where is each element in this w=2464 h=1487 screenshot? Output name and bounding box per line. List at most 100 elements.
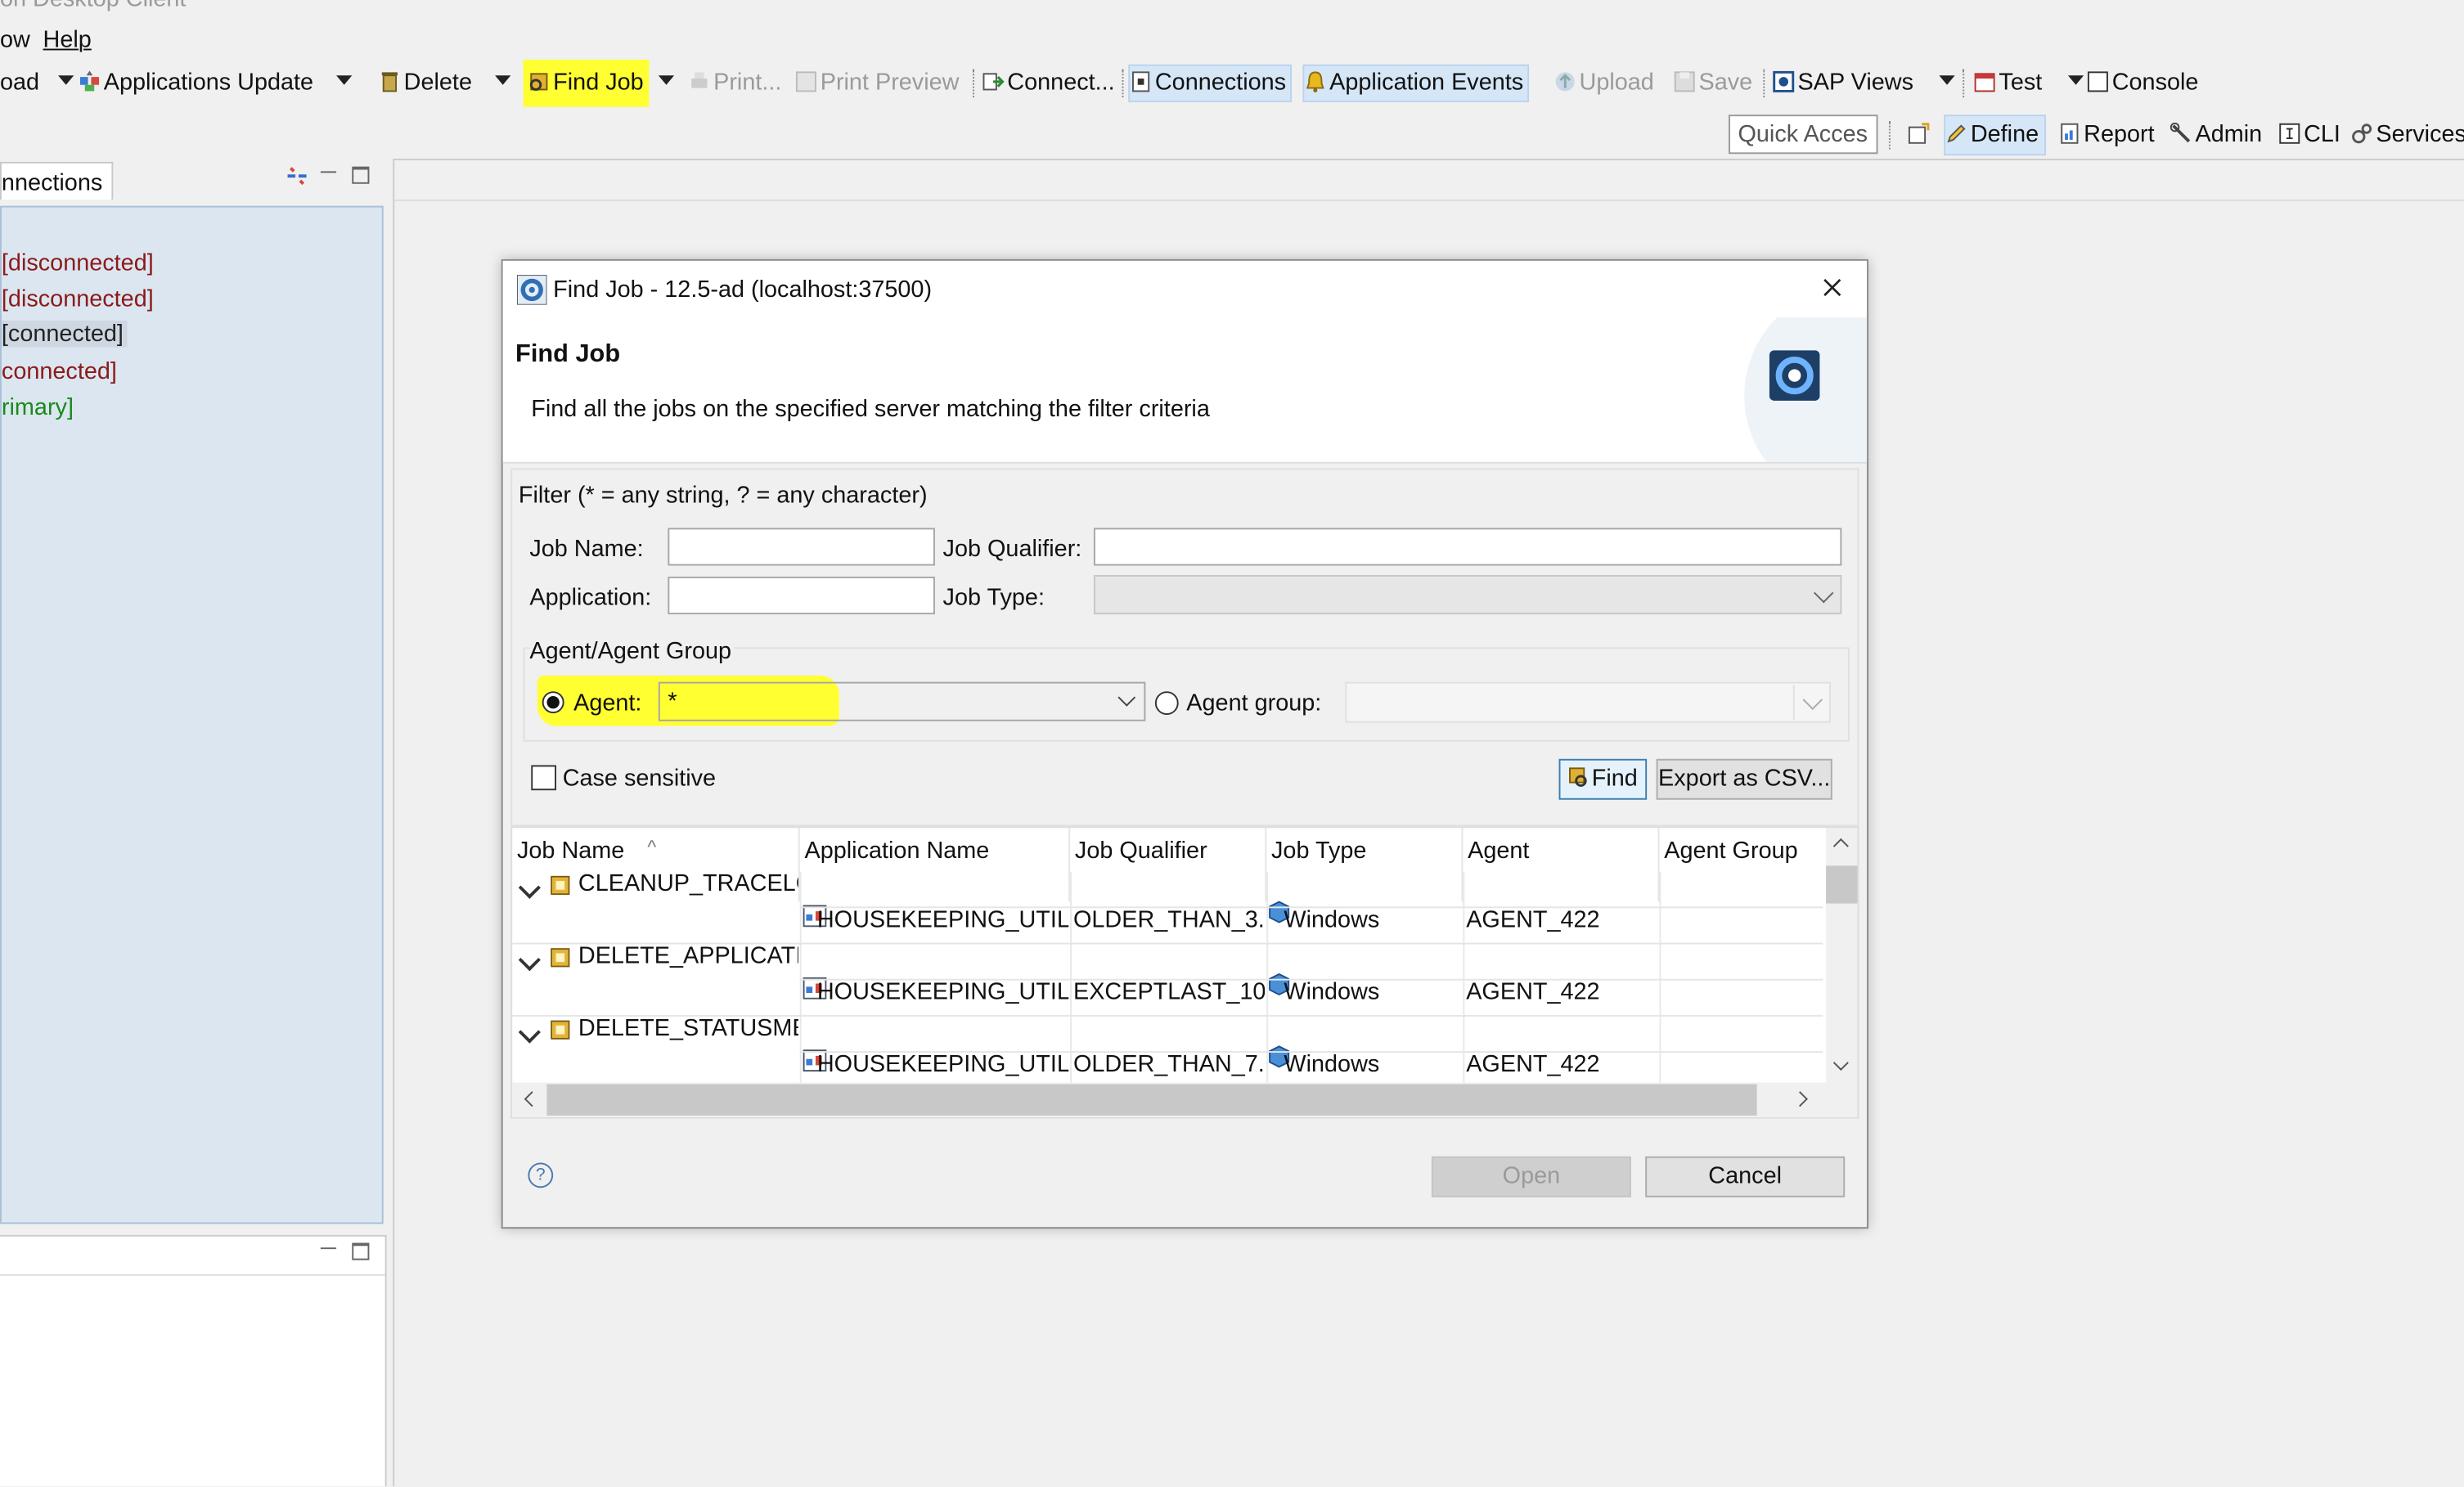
- find-job-icon: [529, 73, 548, 91]
- agent-group-section-label: Agent/Agent Group: [529, 637, 735, 665]
- minimize-icon[interactable]: [320, 1247, 337, 1250]
- list-item-selected[interactable]: [connected]: [1, 320, 127, 348]
- collapse-icon[interactable]: [518, 1021, 541, 1044]
- agent-radio[interactable]: [542, 691, 564, 714]
- quick-access-input[interactable]: [1729, 115, 1878, 155]
- connections-list: [disconnected] [disconnected] [connected…: [0, 205, 384, 1224]
- console-button[interactable]: Console: [2087, 66, 2198, 101]
- connect-button[interactable]: Connect...: [982, 66, 1115, 101]
- open-button[interactable]: Open: [1431, 1156, 1631, 1197]
- vertical-scrollbar[interactable]: [1826, 828, 1858, 1083]
- scroll-thumb[interactable]: [546, 1084, 1757, 1116]
- upload-button[interactable]: Upload: [1554, 66, 1654, 101]
- help-icon[interactable]: ?: [528, 1162, 554, 1188]
- connections-button[interactable]: Connections: [1128, 64, 1293, 102]
- applications-update-button[interactable]: Applications Update: [79, 66, 352, 101]
- report-icon: [2061, 123, 2079, 144]
- dialog-title: Find Job - 12.5-ad (localhost:37500): [553, 276, 933, 303]
- collapse-icon[interactable]: [518, 949, 541, 972]
- chevron-down-icon[interactable]: [58, 75, 74, 85]
- agent-label: Agent:: [573, 690, 642, 717]
- dialog-titlebar: Find Job - 12.5-ad (localhost:37500): [502, 260, 1868, 318]
- menubar: ow Help: [0, 25, 92, 56]
- find-button[interactable]: Find: [1558, 758, 1648, 800]
- chevron-down-icon: [1814, 582, 1834, 604]
- list-item[interactable]: [disconnected]: [2, 286, 154, 313]
- minimize-icon[interactable]: [320, 171, 337, 173]
- find-job-button[interactable]: Find Job: [523, 59, 649, 107]
- job-qualifier-input[interactable]: [1093, 528, 1842, 566]
- scroll-up-icon[interactable]: [1832, 838, 1849, 854]
- window-title: on Desktop Client: [0, 0, 186, 12]
- case-sensitive-checkbox[interactable]: [531, 765, 557, 791]
- chevron-down-icon[interactable]: [658, 75, 675, 85]
- agent-combo[interactable]: *: [658, 681, 1146, 721]
- link-with-editor-icon[interactable]: [285, 164, 310, 189]
- scroll-thumb[interactable]: [1826, 865, 1858, 904]
- cancel-button[interactable]: Cancel: [1645, 1156, 1846, 1197]
- list-item[interactable]: rimary]: [2, 394, 74, 421]
- filter-label: Filter (* = any string, ? = any characte…: [518, 482, 928, 510]
- horizontal-scrollbar[interactable]: [512, 1082, 1858, 1117]
- application-input[interactable]: [668, 576, 935, 615]
- job-name-input[interactable]: [668, 528, 935, 566]
- test-button[interactable]: Test: [1974, 66, 2084, 101]
- agent-group-radio[interactable]: [1154, 691, 1179, 716]
- perspective-services[interactable]: Services: [2351, 118, 2464, 152]
- perspective-admin[interactable]: Admin: [2169, 118, 2262, 152]
- job-name-cell: DELETE_APPLICATIO: [578, 942, 798, 970]
- application-events-button[interactable]: Application Events: [1302, 64, 1530, 102]
- find-job-dropdown[interactable]: [658, 66, 675, 101]
- perspective-report[interactable]: Report: [2058, 118, 2155, 152]
- maximize-icon[interactable]: [352, 1242, 370, 1260]
- job-type-label: Job Type:: [942, 584, 1045, 612]
- save-icon: [1674, 71, 1695, 92]
- menu-window[interactable]: ow: [0, 27, 30, 54]
- dialog-description: Find all the jobs on the specified serve…: [531, 396, 1210, 423]
- chevron-down-icon[interactable]: [1939, 75, 1955, 85]
- print-button[interactable]: Print...: [688, 66, 781, 101]
- bottom-left-panel: [0, 1234, 387, 1487]
- job-icon: [551, 948, 570, 968]
- sap-views-button[interactable]: SAP Views: [1773, 66, 1955, 101]
- job-type-select[interactable]: [1093, 575, 1842, 615]
- job-qualifier-label: Job Qualifier:: [942, 536, 1082, 563]
- find-icon: [1568, 767, 1587, 787]
- print-preview-button[interactable]: Print Preview: [795, 66, 959, 101]
- scroll-down-icon[interactable]: [1832, 1054, 1849, 1071]
- chevron-down-icon[interactable]: [2067, 75, 2084, 85]
- agent-group-select[interactable]: [1345, 681, 1831, 723]
- perspective-define[interactable]: Define: [1944, 115, 2047, 156]
- collapse-icon[interactable]: [518, 876, 541, 899]
- chevron-down-icon[interactable]: [335, 75, 352, 85]
- case-sensitive-label: Case sensitive: [562, 765, 717, 793]
- dialog-header: Find Job: [515, 340, 621, 368]
- job-icon: [551, 875, 570, 896]
- upload-menu-button[interactable]: oad: [0, 66, 74, 101]
- perspective-cli[interactable]: CLI: [2278, 118, 2340, 152]
- gears-icon: [2352, 124, 2372, 144]
- connections-tab[interactable]: nnections: [0, 161, 114, 200]
- chevron-down-icon[interactable]: [494, 75, 510, 85]
- connections-icon: [1132, 71, 1150, 92]
- close-icon[interactable]: [1823, 278, 1841, 297]
- maximize-icon[interactable]: [352, 166, 370, 184]
- export-csv-button[interactable]: Export as CSV...: [1656, 758, 1832, 800]
- bell-icon: [1306, 71, 1324, 92]
- save-button[interactable]: Save: [1674, 66, 1752, 101]
- cli-icon: [2279, 123, 2300, 144]
- scroll-right-icon[interactable]: [1792, 1091, 1808, 1107]
- job-icon: [551, 1020, 570, 1040]
- list-item[interactable]: connected]: [2, 358, 117, 385]
- delete-button[interactable]: Delete: [379, 66, 510, 101]
- open-perspective-button[interactable]: [1908, 118, 1933, 152]
- job-name-cell: DELETE_STATUSMES: [578, 1014, 798, 1042]
- sap-views-icon: [1773, 70, 1795, 92]
- connect-icon: [982, 73, 1005, 91]
- chevron-down-icon: [1802, 690, 1823, 710]
- menu-help[interactable]: Help: [43, 27, 92, 54]
- list-item[interactable]: [disconnected]: [2, 249, 154, 276]
- scroll-left-icon[interactable]: [524, 1091, 540, 1107]
- console-icon: [2087, 71, 2108, 92]
- upload-icon: [1555, 72, 1575, 92]
